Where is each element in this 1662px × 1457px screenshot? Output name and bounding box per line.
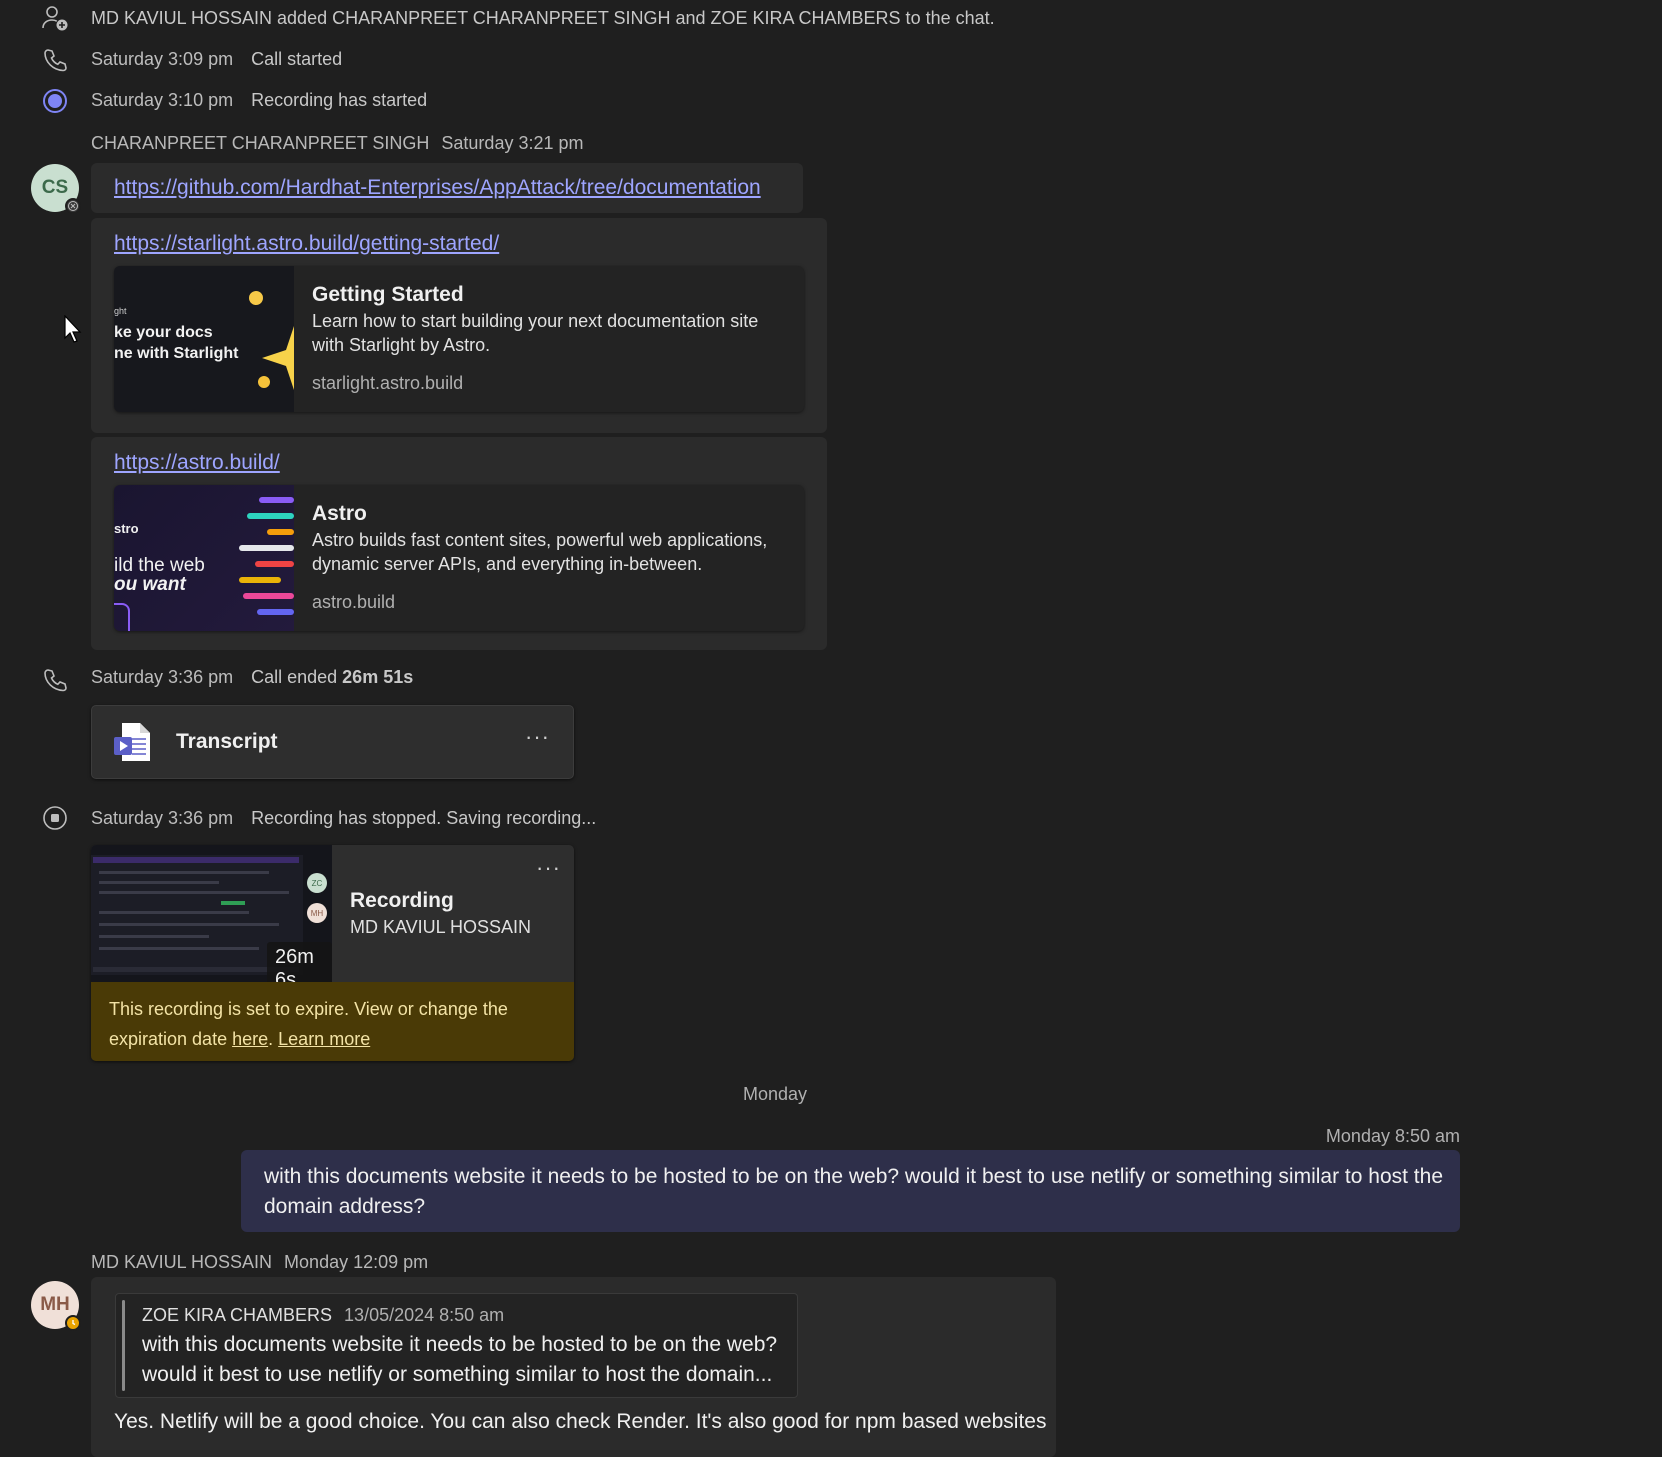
preview-host: astro.build [312, 592, 396, 612]
quote-time: 13/05/2024 8:50 am [344, 1305, 505, 1325]
thumb-text: ght [114, 306, 127, 316]
call-duration: 26m 51s [342, 667, 414, 687]
recording-card[interactable]: ZC MH 26m 6s Recording MD KAVIUL HOSSAIN… [91, 845, 574, 1061]
event-text: Recording has started [251, 90, 428, 110]
starlight-link[interactable]: https://starlight.astro.build/getting-st… [114, 232, 499, 256]
event-time: Saturday 3:09 pm [91, 49, 234, 69]
my-message-bubble: with this documents website it needs to … [241, 1150, 1460, 1232]
recording-thumbnail[interactable]: ZC MH 26m 6s [91, 845, 332, 996]
phone-icon [40, 45, 70, 75]
participant-avatar: ZC [307, 873, 327, 893]
event-text: Call started [251, 49, 343, 69]
event-text: Recording has stopped. Saving recording.… [251, 808, 597, 828]
my-message-text: with this documents website it needs to … [264, 1165, 1443, 1218]
quote-bar [122, 1300, 125, 1391]
add-person-icon [40, 3, 70, 33]
added-to-chat-text: MD KAVIUL HOSSAIN added CHARANPREET CHAR… [91, 8, 995, 28]
stop-recording-icon [40, 803, 70, 833]
message-bubble: https://starlight.astro.build/getting-st… [91, 218, 827, 433]
phone-icon [40, 665, 70, 695]
call-started-event: Saturday 3:09 pm Call started [91, 49, 342, 70]
link-preview-card[interactable]: ght ke your docs ne with Starlight Getti… [114, 266, 804, 412]
participant-avatar: MH [307, 903, 327, 923]
quote-line: with this documents website it needs to … [142, 1333, 778, 1356]
mouse-cursor-icon [64, 315, 82, 343]
recording-owner: MD KAVIUL HOSSAIN [350, 917, 532, 937]
event-time: Saturday 3:36 pm [91, 667, 234, 687]
preview-title: Getting Started [312, 283, 464, 306]
star-graphic [249, 291, 294, 390]
preview-thumbnail: stro ild the web ou want [114, 485, 294, 631]
preview-description: Learn how to start building your next do… [312, 311, 759, 355]
event-text: Call ended [251, 667, 338, 687]
avatar-initials: MH [40, 1294, 70, 1315]
quote-header: ZOE KIRA CHAMBERS 13/05/2024 8:50 am [142, 1305, 504, 1326]
thumb-text: ke your docs [114, 324, 213, 341]
message-bubble: ZOE KIRA CHAMBERS 13/05/2024 8:50 am with… [91, 1277, 1056, 1457]
recording-started-event: Saturday 3:10 pm Recording has started [91, 90, 427, 111]
recording-icon [40, 86, 70, 116]
notice-period: . [268, 1029, 274, 1049]
link-preview-card[interactable]: stro ild the web ou want Astro Astro bui… [114, 485, 804, 631]
quote-sender: ZOE KIRA CHAMBERS [142, 1305, 333, 1325]
message-bubble: https://github.com/Hardhat-Enterprises/A… [91, 163, 803, 213]
message-time: Saturday 3:21 pm [441, 133, 584, 153]
status-away-icon [65, 1315, 81, 1331]
thumb-frame [114, 603, 130, 631]
message-text: Yes. Netlify will be a good choice. You … [114, 1410, 1047, 1433]
call-ended-event: Saturday 3:36 pm Call ended 26m 51s [91, 667, 413, 688]
message-time: Monday 12:09 pm [284, 1252, 429, 1272]
preview-title: Astro [312, 502, 367, 525]
expiration-notice: This recording is set to expire. View or… [91, 982, 574, 1061]
preview-description: Astro builds fast content sites, powerfu… [312, 530, 768, 574]
message-header: CHARANPREET CHARANPREET SINGH Saturday 3:… [91, 133, 584, 154]
message-header: MD KAVIUL HOSSAIN Monday 12:09 pm [91, 1252, 428, 1273]
transcript-more-button[interactable]: ··· [525, 724, 550, 750]
event-time: Saturday 3:10 pm [91, 90, 234, 110]
transcript-label: Transcript [176, 730, 278, 753]
recording-title: Recording [350, 889, 454, 912]
day-divider: Monday [742, 1084, 808, 1104]
avatar[interactable]: MH [31, 1281, 81, 1331]
preview-host: starlight.astro.build [312, 373, 464, 393]
thumb-text: stro [114, 521, 139, 536]
astro-link[interactable]: https://astro.build/ [114, 451, 280, 475]
event-time: Saturday 3:36 pm [91, 808, 234, 828]
status-offline-icon [65, 198, 81, 214]
sender-name: CHARANPREET CHARANPREET SINGH [91, 133, 430, 153]
transcript-card[interactable]: Transcript ··· [91, 705, 574, 779]
preview-thumbnail: ght ke your docs ne with Starlight [114, 266, 294, 412]
thumb-text: ne with Starlight [114, 345, 239, 362]
recording-more-button[interactable]: ··· [536, 855, 561, 881]
thumb-text: ou want [114, 574, 186, 595]
avatar-initials: CS [41, 177, 69, 198]
transcript-file-icon [112, 721, 154, 768]
quoted-message[interactable]: ZOE KIRA CHAMBERS 13/05/2024 8:50 am with… [115, 1293, 798, 1398]
message-bubble: https://astro.build/ stro ild the web ou… [91, 437, 827, 650]
quote-line: would it best to use netlify or somethin… [142, 1363, 773, 1386]
recording-stopped-event: Saturday 3:36 pm Recording has stopped. S… [91, 808, 596, 829]
learn-more-link[interactable]: Learn more [278, 1029, 370, 1049]
expiration-here-link[interactable]: here [232, 1029, 268, 1049]
sender-name: MD KAVIUL HOSSAIN [91, 1252, 273, 1272]
my-message-time: Monday 8:50 am [1325, 1126, 1460, 1146]
github-link[interactable]: https://github.com/Hardhat-Enterprises/A… [114, 176, 761, 200]
avatar[interactable]: CS [31, 164, 81, 214]
code-bars-graphic [239, 497, 294, 615]
